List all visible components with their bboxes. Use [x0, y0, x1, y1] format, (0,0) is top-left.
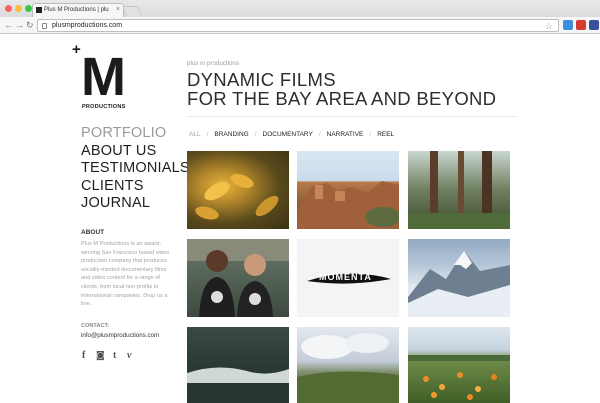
tab-close-icon[interactable]: ×: [116, 6, 120, 13]
main-nav: PORTFOLIO ABOUT US TESTIMONIALS CLIENTS …: [81, 125, 190, 213]
autumn-leaves-image: [195, 174, 279, 220]
forest-image: [408, 151, 510, 229]
filter-all[interactable]: ALL: [189, 131, 201, 138]
vimeo-icon[interactable]: v: [127, 351, 131, 361]
nav-item-clients[interactable]: CLIENTS: [81, 178, 190, 196]
portfolio-thumbnail[interactable]: [408, 239, 510, 317]
logo-subtitle: PRODUCTIONS: [82, 104, 126, 110]
portfolio-filters: ALL / BRANDING / DOCUMENTARY / NARRATIVE / REEL: [189, 131, 394, 138]
contact-email-link[interactable]: info@plusmproductions.com: [81, 332, 159, 339]
browser-toolbar: ← → ↻ plusmproductions.com ☆: [0, 17, 600, 34]
canyon-ruins-image: [297, 181, 399, 229]
headline-line-2: FOR THE BAY AREA AND BEYOND: [187, 88, 497, 109]
divider: [187, 116, 517, 117]
filter-branding[interactable]: BRANDING: [214, 131, 248, 138]
forward-icon[interactable]: →: [15, 19, 24, 31]
pdf-extension-icon[interactable]: [576, 20, 586, 30]
site-logo[interactable]: + M PRODUCTIONS: [72, 41, 134, 112]
portfolio-thumbnail[interactable]: [187, 327, 289, 403]
portfolio-thumbnail[interactable]: [408, 151, 510, 229]
portfolio-thumbnail[interactable]: [297, 151, 399, 229]
portfolio-thumbnail[interactable]: [187, 151, 289, 229]
url-text: plusmproductions.com: [52, 22, 123, 29]
page-title: DYNAMIC FILMS FOR THE BAY AREA AND BEYON…: [187, 70, 496, 108]
snowy-mountain-image: [408, 251, 510, 317]
about-text: Plus M Productions is an award-winning S…: [81, 241, 169, 308]
filter-separator: /: [369, 131, 372, 138]
maximize-window-button[interactable]: [25, 5, 32, 12]
filter-narrative[interactable]: NARRATIVE: [327, 131, 364, 138]
tumblr-icon[interactable]: t: [113, 351, 116, 361]
nav-item-testimonials[interactable]: TESTIMONIALS: [81, 160, 190, 178]
wildflower-field-image: [408, 355, 510, 400]
address-bar[interactable]: plusmproductions.com ☆: [37, 19, 559, 32]
instagram-icon[interactable]: ◙: [96, 351, 105, 361]
facebook-icon[interactable]: f: [82, 351, 85, 361]
browser-tab[interactable]: Plus M Productions | plu ×: [32, 3, 124, 17]
headline-line-1: DYNAMIC FILMS: [187, 69, 336, 90]
portfolio-thumbnail[interactable]: MOMENTA: [297, 239, 399, 317]
site-kicker: plus m productions: [187, 60, 239, 67]
filter-documentary[interactable]: DOCUMENTARY: [263, 131, 313, 138]
logo-letter: M: [81, 47, 126, 107]
extension-icon[interactable]: [563, 20, 573, 30]
filter-separator: /: [206, 131, 209, 138]
green-hills-image: [297, 333, 399, 403]
filter-reel[interactable]: REEL: [377, 131, 394, 138]
ocean-wave-image: [187, 367, 289, 403]
back-icon[interactable]: ←: [4, 19, 13, 31]
new-tab-button[interactable]: [122, 6, 142, 16]
about-heading: ABOUT: [81, 229, 105, 236]
close-window-button[interactable]: [5, 5, 12, 12]
nav-item-about-us[interactable]: ABOUT US: [81, 143, 190, 161]
page-icon: [42, 23, 47, 29]
minimize-window-button[interactable]: [15, 5, 22, 12]
browser-tabstrip: Plus M Productions | plu ×: [0, 0, 600, 17]
tab-title: Plus M Productions | plu: [44, 7, 109, 13]
reload-icon[interactable]: ↻: [26, 19, 34, 31]
bookmark-star-icon[interactable]: ☆: [545, 21, 553, 32]
favicon-icon: [36, 7, 42, 13]
filter-separator: /: [254, 131, 257, 138]
logo-plus: +: [72, 41, 81, 58]
portfolio-thumbnail[interactable]: [408, 327, 510, 403]
portfolio-thumbnail[interactable]: [297, 327, 399, 403]
nav-item-portfolio[interactable]: PORTFOLIO: [81, 125, 190, 143]
portfolio-thumbnail[interactable]: [187, 239, 289, 317]
filter-separator: /: [318, 131, 321, 138]
people-portrait-image: [187, 239, 289, 317]
extension-icon[interactable]: [589, 20, 599, 30]
contact-heading: CONTACT:: [81, 323, 110, 329]
nav-item-journal[interactable]: JOURNAL: [81, 195, 190, 213]
momenta-label: MOMENTA: [319, 272, 372, 282]
